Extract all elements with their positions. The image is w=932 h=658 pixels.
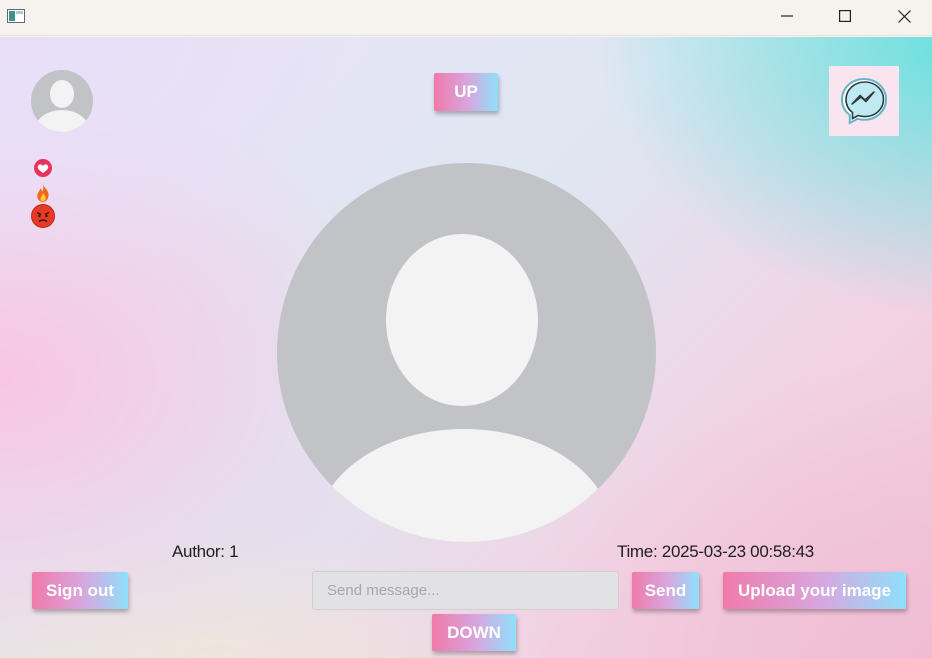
- post-author: Author: 1: [172, 542, 239, 561]
- angry-reaction-icon: [31, 204, 55, 228]
- main-panel: UP Author: 1 Time: 2025-03-23 00:58:43 S…: [0, 37, 932, 658]
- messenger-button[interactable]: [829, 66, 899, 136]
- user-avatar[interactable]: [31, 70, 93, 132]
- messenger-icon: [840, 77, 888, 125]
- angry-reaction-button[interactable]: [31, 204, 55, 228]
- send-button[interactable]: Send: [632, 572, 699, 609]
- heart-reaction-button[interactable]: [31, 156, 55, 180]
- minimize-button[interactable]: [758, 0, 816, 32]
- title-bar: [0, 0, 932, 36]
- minimize-icon: [781, 15, 793, 17]
- upload-image-button[interactable]: Upload your image: [723, 572, 906, 609]
- close-icon: [897, 9, 911, 23]
- maximize-button[interactable]: [816, 0, 874, 32]
- message-input[interactable]: [312, 571, 619, 610]
- fire-reaction-icon: [37, 184, 49, 202]
- sign-out-button[interactable]: Sign out: [32, 572, 128, 609]
- close-button[interactable]: [875, 0, 932, 32]
- up-button[interactable]: UP: [434, 73, 498, 111]
- app-window-icon: [7, 9, 25, 23]
- down-button[interactable]: DOWN: [432, 614, 516, 651]
- fire-reaction-button[interactable]: [31, 181, 55, 205]
- maximize-icon: [839, 10, 851, 22]
- post-image: [277, 163, 656, 542]
- post-time: Time: 2025-03-23 00:58:43: [617, 542, 814, 561]
- heart-reaction-icon: [34, 159, 52, 177]
